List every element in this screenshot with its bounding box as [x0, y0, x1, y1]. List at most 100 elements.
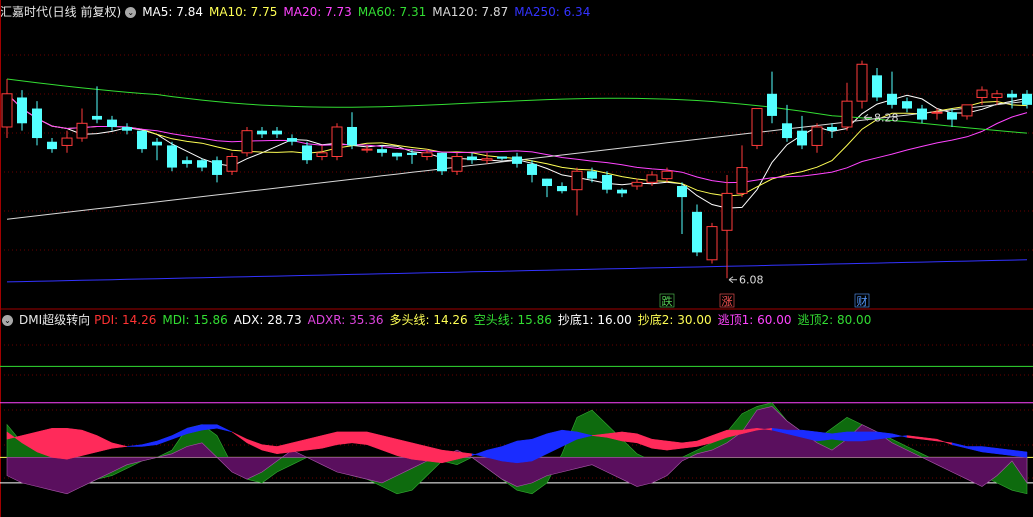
candle-30	[451, 152, 463, 175]
candle-body	[451, 156, 463, 172]
dmi-ribbon-segment-16	[246, 438, 263, 451]
candle-body	[197, 160, 207, 168]
dmi-ribbon-segment-15	[231, 431, 248, 444]
candle-body	[272, 130, 282, 135]
candle-body	[557, 186, 567, 192]
candle-body	[767, 93, 777, 116]
candle-body	[976, 89, 988, 98]
dmi-ribbon-segment-56	[846, 431, 863, 442]
price-label-1: 6.08	[739, 274, 764, 287]
candle-64	[961, 104, 973, 120]
candle-body	[167, 145, 177, 168]
dmi-ribbon-segment-26	[396, 438, 413, 460]
candle-59	[887, 71, 897, 109]
candle-33	[497, 156, 507, 161]
candle-10	[152, 138, 162, 161]
candle-29	[437, 152, 447, 175]
ma20-line	[6, 93, 1028, 184]
candle-body	[736, 167, 748, 194]
candle-body	[212, 160, 222, 175]
dmi-ribbon-segment-3	[51, 428, 68, 460]
candle-body	[331, 126, 343, 158]
candle-49	[736, 145, 748, 198]
candle-46	[692, 204, 702, 257]
dmi-ribbon-segment-54	[816, 431, 833, 442]
candle-31	[467, 152, 477, 164]
candle-16	[241, 126, 253, 157]
dmi-ribbon-segment-14	[216, 424, 233, 433]
dmi-ribbon-segment-45	[681, 440, 698, 449]
candle-body	[76, 122, 88, 139]
candle-9	[137, 130, 147, 153]
event-marker-0: 跌	[659, 293, 675, 308]
candle-body	[961, 104, 973, 117]
candle-13	[197, 158, 207, 172]
candle-body	[257, 130, 267, 135]
candle-body	[751, 108, 763, 146]
candle-51	[767, 71, 777, 124]
candle-body	[407, 152, 417, 156]
dmi-ribbon-segment-44	[666, 440, 683, 451]
candle-body	[467, 156, 477, 161]
candle-27	[407, 149, 417, 164]
dmi-ribbon-segment-22	[336, 431, 353, 445]
candle-18	[272, 126, 282, 139]
candle-body	[631, 181, 643, 187]
dmi-ribbon-segment-19	[291, 438, 308, 453]
candle-body	[841, 100, 853, 128]
candle-67	[1007, 90, 1017, 109]
candle-41	[617, 188, 627, 198]
candle-body	[887, 93, 897, 105]
candle-body	[571, 170, 583, 191]
candle-body	[392, 152, 402, 157]
candle-body	[947, 112, 957, 120]
event-marker-1: 涨	[719, 293, 735, 308]
candle-body	[991, 93, 1003, 98]
dmi-ribbon-segment-8	[126, 444, 143, 447]
event-marker-text: 跌	[662, 294, 673, 308]
candle-58	[872, 67, 882, 102]
dmi-ribbon-segment-9	[141, 440, 158, 447]
candle-body	[542, 178, 552, 187]
candle-4	[61, 130, 73, 153]
candle-body	[377, 149, 387, 153]
candle-61	[917, 104, 927, 124]
candle-body	[481, 158, 493, 161]
dmi-ribbon-segment-4	[66, 427, 83, 460]
candle-body	[316, 152, 328, 157]
candle-body	[856, 63, 868, 102]
dmi-ribbon-segment-10	[156, 435, 173, 446]
dmi-ribbon-segment-7	[111, 442, 128, 449]
dmi-ribbon-segment-62	[936, 438, 953, 446]
dmi-ribbon-segment-28	[426, 446, 443, 464]
dmi-ribbon-segment-65	[981, 446, 998, 455]
candle-body	[782, 123, 792, 139]
ma250-line	[6, 259, 1028, 283]
chart-canvas[interactable]: 8.28 6.08 跌 涨 财	[0, 0, 1033, 517]
candle-3	[47, 138, 57, 153]
price-label-0: 8.28	[874, 111, 899, 124]
dmi-ribbon-segment-59	[891, 433, 908, 438]
candle-36	[542, 178, 552, 198]
candle-body	[721, 192, 733, 231]
candle-body	[917, 108, 927, 120]
dmi-ribbon-segment-13	[201, 424, 218, 431]
candle-body	[361, 148, 373, 151]
candle-14	[212, 156, 222, 183]
dmi-ribbon-segment-66	[996, 448, 1013, 456]
candle-0	[1, 79, 13, 139]
candle-body	[872, 75, 882, 98]
dmi-ribbon-segment-55	[831, 431, 848, 442]
candle-32	[481, 152, 493, 164]
candle-body	[797, 130, 807, 146]
candle-body	[931, 111, 943, 114]
candle-body	[1, 93, 13, 128]
candle-body	[122, 126, 132, 131]
dmi-ribbon-segment-60	[906, 435, 923, 440]
candle-body	[137, 130, 147, 150]
candle-body	[347, 126, 357, 146]
candle-19	[287, 134, 297, 146]
dmi-ribbon-segment-27	[411, 442, 428, 462]
candle-body	[226, 156, 238, 172]
candle-37	[557, 182, 567, 194]
